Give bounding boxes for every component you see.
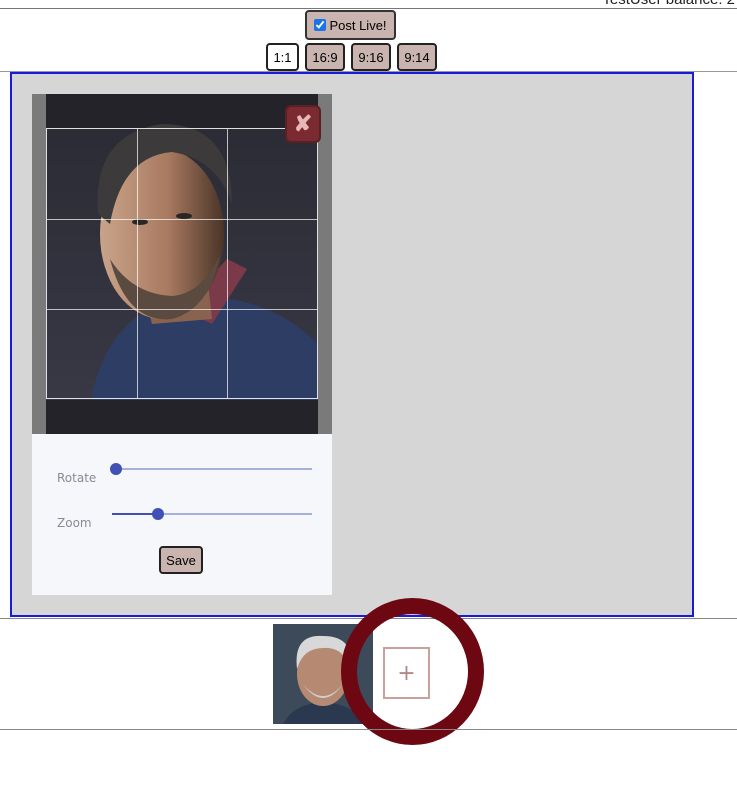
zoom-slider-thumb[interactable]	[152, 508, 164, 520]
crop-mask-left	[32, 94, 46, 434]
ratio-button-9-16[interactable]: 9:16	[351, 43, 391, 71]
top-divider	[0, 8, 737, 9]
crop-image-area[interactable]: ✘	[32, 94, 332, 434]
save-label: Save	[166, 552, 196, 568]
rotate-label: Rotate	[57, 471, 97, 485]
ratio-button-1-1[interactable]: 1:1	[266, 43, 299, 71]
user-balance: TestUser balance: 2	[602, 0, 735, 8]
ratio-label: 16:9	[312, 49, 338, 65]
save-button[interactable]: Save	[159, 546, 203, 574]
grid-line	[47, 309, 317, 310]
crop-mask-right	[318, 94, 332, 434]
post-live-label: Post Live!	[329, 17, 387, 33]
gallery-bottom-divider	[0, 729, 737, 730]
crop-card: ✘ Rotate Zoom Save	[32, 94, 332, 595]
plus-icon: +	[397, 660, 416, 686]
add-image-button[interactable]: +	[383, 647, 430, 699]
ratio-label: 1:1	[273, 49, 292, 65]
ratio-button-16-9[interactable]: 16:9	[305, 43, 345, 71]
grid-line	[47, 219, 317, 220]
grid-line	[227, 129, 228, 398]
close-button[interactable]: ✘	[285, 105, 321, 143]
post-live-checkbox[interactable]	[314, 19, 327, 31]
rotate-slider-thumb[interactable]	[110, 463, 122, 475]
close-icon: ✘	[293, 111, 313, 136]
ratio-label: 9:14	[404, 49, 430, 65]
image-editor-panel: ✘ Rotate Zoom Save	[10, 72, 694, 617]
grid-line	[137, 129, 138, 398]
crop-grid[interactable]	[46, 128, 318, 399]
ratio-label: 9:16	[358, 49, 384, 65]
post-live-toggle[interactable]: Post Live!	[305, 10, 396, 40]
rotate-slider-track[interactable]	[116, 468, 312, 470]
ratio-button-9-14[interactable]: 9:14	[397, 43, 437, 71]
zoom-label: Zoom	[57, 516, 92, 530]
